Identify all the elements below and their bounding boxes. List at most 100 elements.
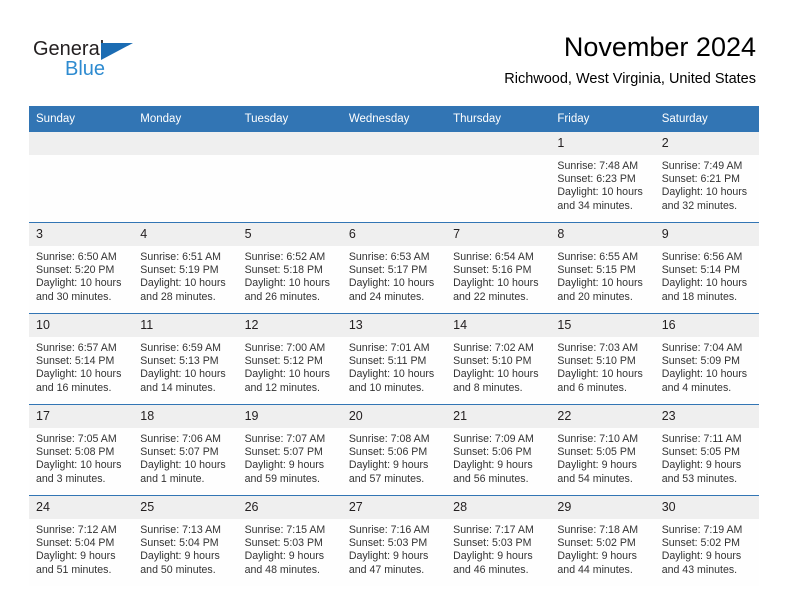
day-number: 24 bbox=[29, 496, 134, 519]
daylight-text-line2: and 22 minutes. bbox=[453, 290, 529, 303]
daylight-text-line2: and 10 minutes. bbox=[348, 381, 425, 394]
daylight-text-line2: and 20 minutes. bbox=[557, 290, 633, 303]
calendar-day-cell[interactable]: 24 Sunrise: 7:12 AM Sunset: 5:04 PM Dayligh… bbox=[29, 495, 134, 586]
daylight-text-line1: Daylight: 10 hours bbox=[661, 368, 748, 381]
calendar-day-cell[interactable]: 23 Sunrise: 7:11 AM Sunset: 5:05 PM Dayligh… bbox=[654, 404, 759, 496]
calendar-day-cell[interactable]: 10 Sunrise: 6:57 AM Sunset: 5:14 PM Dayligh… bbox=[29, 313, 134, 405]
sunrise-text: Sunrise: 7:06 AM bbox=[140, 433, 221, 445]
calendar-day-cell[interactable]: 6 Sunrise: 6:53 AM Sunset: 5:17 PM Daylight… bbox=[341, 222, 447, 314]
calendar-day-cell[interactable]: 9 Sunrise: 6:56 AM Sunset: 5:14 PM Daylight… bbox=[654, 222, 759, 314]
weekday-header-wednesday: Wednesday bbox=[341, 106, 447, 132]
day-sun-info: Sunrise: 7:03 AM Sunset: 5:10 PM Daylight:… bbox=[550, 337, 654, 395]
sunrise-text: Sunrise: 7:05 AM bbox=[36, 433, 117, 445]
calendar-day-cell[interactable]: 16 Sunrise: 7:04 AM Sunset: 5:09 PM Dayligh… bbox=[654, 313, 759, 405]
calendar-day-cell[interactable]: 20 Sunrise: 7:08 AM Sunset: 5:06 PM Dayligh… bbox=[341, 404, 447, 496]
calendar-week-row: 1 Sunrise: 7:48 AM Sunset: 6:23 PM Daylight… bbox=[29, 132, 759, 223]
sunset-text: Sunset: 5:09 PM bbox=[661, 355, 741, 368]
daylight-text-line1: Daylight: 10 hours bbox=[557, 186, 643, 199]
day-number: 26 bbox=[237, 496, 342, 519]
calendar-day-cell[interactable]: 2 Sunrise: 7:49 AM Sunset: 6:21 PM Daylight… bbox=[654, 132, 759, 223]
day-number: 5 bbox=[237, 223, 342, 246]
calendar-day-cell[interactable]: 8 Sunrise: 6:55 AM Sunset: 5:15 PM Daylight… bbox=[550, 222, 655, 314]
day-sun-info: Sunrise: 6:56 AM Sunset: 5:14 PM Daylight:… bbox=[655, 246, 759, 304]
daylight-text-line2: and 53 minutes. bbox=[661, 472, 738, 485]
calendar-day-cell[interactable]: 18 Sunrise: 7:06 AM Sunset: 5:07 PM Dayligh… bbox=[133, 404, 238, 496]
calendar-day-cell[interactable]: 13 Sunrise: 7:01 AM Sunset: 5:11 PM Dayligh… bbox=[341, 313, 447, 405]
calendar-day-cell[interactable]: 15 Sunrise: 7:03 AM Sunset: 5:10 PM Dayligh… bbox=[550, 313, 655, 405]
calendar-day-cell[interactable]: 21 Sunrise: 7:09 AM Sunset: 5:06 PM Dayligh… bbox=[446, 404, 551, 496]
sunrise-text: Sunrise: 7:07 AM bbox=[244, 433, 326, 445]
calendar-day-cell[interactable]: 22 Sunrise: 7:10 AM Sunset: 5:05 PM Dayligh… bbox=[550, 404, 655, 496]
daylight-text-line2: and 28 minutes. bbox=[140, 290, 216, 303]
sunrise-text: Sunrise: 7:48 AM bbox=[557, 160, 639, 172]
calendar-day-cell[interactable]: 19 Sunrise: 7:07 AM Sunset: 5:07 PM Dayligh… bbox=[237, 404, 342, 496]
sunset-text: Sunset: 5:14 PM bbox=[661, 264, 741, 277]
day-sun-info: Sunrise: 7:08 AM Sunset: 5:06 PM Daylight:… bbox=[342, 428, 446, 486]
sunset-text: Sunset: 6:21 PM bbox=[661, 173, 741, 186]
sunrise-text: Sunrise: 6:53 AM bbox=[348, 251, 430, 263]
daylight-text-line2: and 3 minutes. bbox=[36, 472, 106, 485]
sunset-text: Sunset: 5:06 PM bbox=[348, 446, 428, 459]
weekday-header-thursday: Thursday bbox=[446, 106, 551, 132]
calendar-day-cell[interactable]: 17 Sunrise: 7:05 AM Sunset: 5:08 PM Dayligh… bbox=[29, 404, 134, 496]
day-sun-info: Sunrise: 7:10 AM Sunset: 5:05 PM Daylight:… bbox=[550, 428, 654, 486]
day-number: 6 bbox=[341, 223, 447, 246]
calendar-day-cell[interactable]: 28 Sunrise: 7:17 AM Sunset: 5:03 PM Dayligh… bbox=[446, 495, 551, 586]
day-sun-info: Sunrise: 6:50 AM Sunset: 5:20 PM Daylight:… bbox=[29, 246, 133, 304]
day-sun-info: Sunrise: 7:09 AM Sunset: 5:06 PM Daylight:… bbox=[446, 428, 550, 486]
sunrise-text: Sunrise: 7:01 AM bbox=[348, 342, 430, 354]
calendar-day-cell[interactable]: 4 Sunrise: 6:51 AM Sunset: 5:19 PM Daylight… bbox=[133, 222, 238, 314]
calendar-day-cell[interactable]: 12 Sunrise: 7:00 AM Sunset: 5:12 PM Dayligh… bbox=[237, 313, 342, 405]
daylight-text-line2: and 57 minutes. bbox=[348, 472, 425, 485]
calendar-day-cell[interactable]: 1 Sunrise: 7:48 AM Sunset: 6:23 PM Daylight… bbox=[550, 132, 655, 223]
sunset-text: Sunset: 5:14 PM bbox=[36, 355, 115, 368]
brand-logo[interactable]: General Blue bbox=[33, 38, 163, 82]
sunset-text: Sunset: 5:05 PM bbox=[557, 446, 636, 459]
calendar-day-cell[interactable]: 5 Sunrise: 6:52 AM Sunset: 5:18 PM Daylight… bbox=[237, 222, 342, 314]
sunset-text: Sunset: 5:10 PM bbox=[453, 355, 532, 368]
day-sun-info: Sunrise: 7:05 AM Sunset: 5:08 PM Daylight:… bbox=[29, 428, 133, 486]
day-number: 25 bbox=[133, 496, 238, 519]
calendar-day-cell[interactable]: 27 Sunrise: 7:16 AM Sunset: 5:03 PM Dayligh… bbox=[341, 495, 447, 586]
weekday-header-tuesday: Tuesday bbox=[237, 106, 342, 132]
calendar-cell-empty bbox=[446, 132, 551, 223]
sunset-text: Sunset: 5:03 PM bbox=[453, 537, 532, 550]
calendar-cell-empty bbox=[341, 132, 447, 223]
day-number: 21 bbox=[446, 405, 551, 428]
day-number: 11 bbox=[133, 314, 238, 337]
daylight-text-line1: Daylight: 10 hours bbox=[140, 277, 226, 290]
calendar-body: 1 Sunrise: 7:48 AM Sunset: 6:23 PM Daylight… bbox=[29, 132, 759, 586]
daylight-text-line1: Daylight: 9 hours bbox=[557, 550, 637, 563]
daylight-text-line2: and 30 minutes. bbox=[36, 290, 112, 303]
daylight-text-line2: and 8 minutes. bbox=[453, 381, 523, 394]
day-number: 13 bbox=[341, 314, 447, 337]
calendar-day-cell[interactable]: 26 Sunrise: 7:15 AM Sunset: 5:03 PM Dayligh… bbox=[237, 495, 342, 586]
daylight-text-line2: and 56 minutes. bbox=[453, 472, 529, 485]
sunset-text: Sunset: 5:07 PM bbox=[244, 446, 323, 459]
sunrise-text: Sunrise: 6:51 AM bbox=[140, 251, 221, 263]
day-number bbox=[237, 132, 342, 155]
triangle-icon bbox=[101, 43, 133, 60]
daylight-text-line2: and 46 minutes. bbox=[453, 563, 529, 576]
calendar-day-cell[interactable]: 30 Sunrise: 7:19 AM Sunset: 5:02 PM Dayligh… bbox=[654, 495, 759, 586]
daylight-text-line2: and 48 minutes. bbox=[244, 563, 320, 576]
daylight-text-line1: Daylight: 10 hours bbox=[36, 459, 122, 472]
calendar-day-cell[interactable]: 25 Sunrise: 7:13 AM Sunset: 5:04 PM Dayligh… bbox=[133, 495, 238, 586]
day-number: 10 bbox=[29, 314, 134, 337]
day-number: 7 bbox=[446, 223, 551, 246]
sunrise-text: Sunrise: 7:17 AM bbox=[453, 524, 534, 536]
calendar-day-cell[interactable]: 3 Sunrise: 6:50 AM Sunset: 5:20 PM Daylight… bbox=[29, 222, 134, 314]
daylight-text-line2: and 32 minutes. bbox=[661, 199, 738, 212]
sunrise-text: Sunrise: 7:49 AM bbox=[661, 160, 743, 172]
page-title: November 2024 bbox=[563, 32, 756, 62]
day-number bbox=[29, 132, 134, 155]
daylight-text-line1: Daylight: 10 hours bbox=[453, 368, 539, 381]
daylight-text-line2: and 1 minute. bbox=[140, 472, 205, 485]
sunrise-text: Sunrise: 6:52 AM bbox=[244, 251, 326, 263]
day-number: 3 bbox=[29, 223, 134, 246]
calendar-day-cell[interactable]: 7 Sunrise: 6:54 AM Sunset: 5:16 PM Daylight… bbox=[446, 222, 551, 314]
calendar-day-cell[interactable]: 11 Sunrise: 6:59 AM Sunset: 5:13 PM Dayligh… bbox=[133, 313, 238, 405]
calendar-day-cell[interactable]: 29 Sunrise: 7:18 AM Sunset: 5:02 PM Dayligh… bbox=[550, 495, 655, 586]
calendar-day-cell[interactable]: 14 Sunrise: 7:02 AM Sunset: 5:10 PM Dayligh… bbox=[446, 313, 551, 405]
daylight-text-line2: and 18 minutes. bbox=[661, 290, 738, 303]
